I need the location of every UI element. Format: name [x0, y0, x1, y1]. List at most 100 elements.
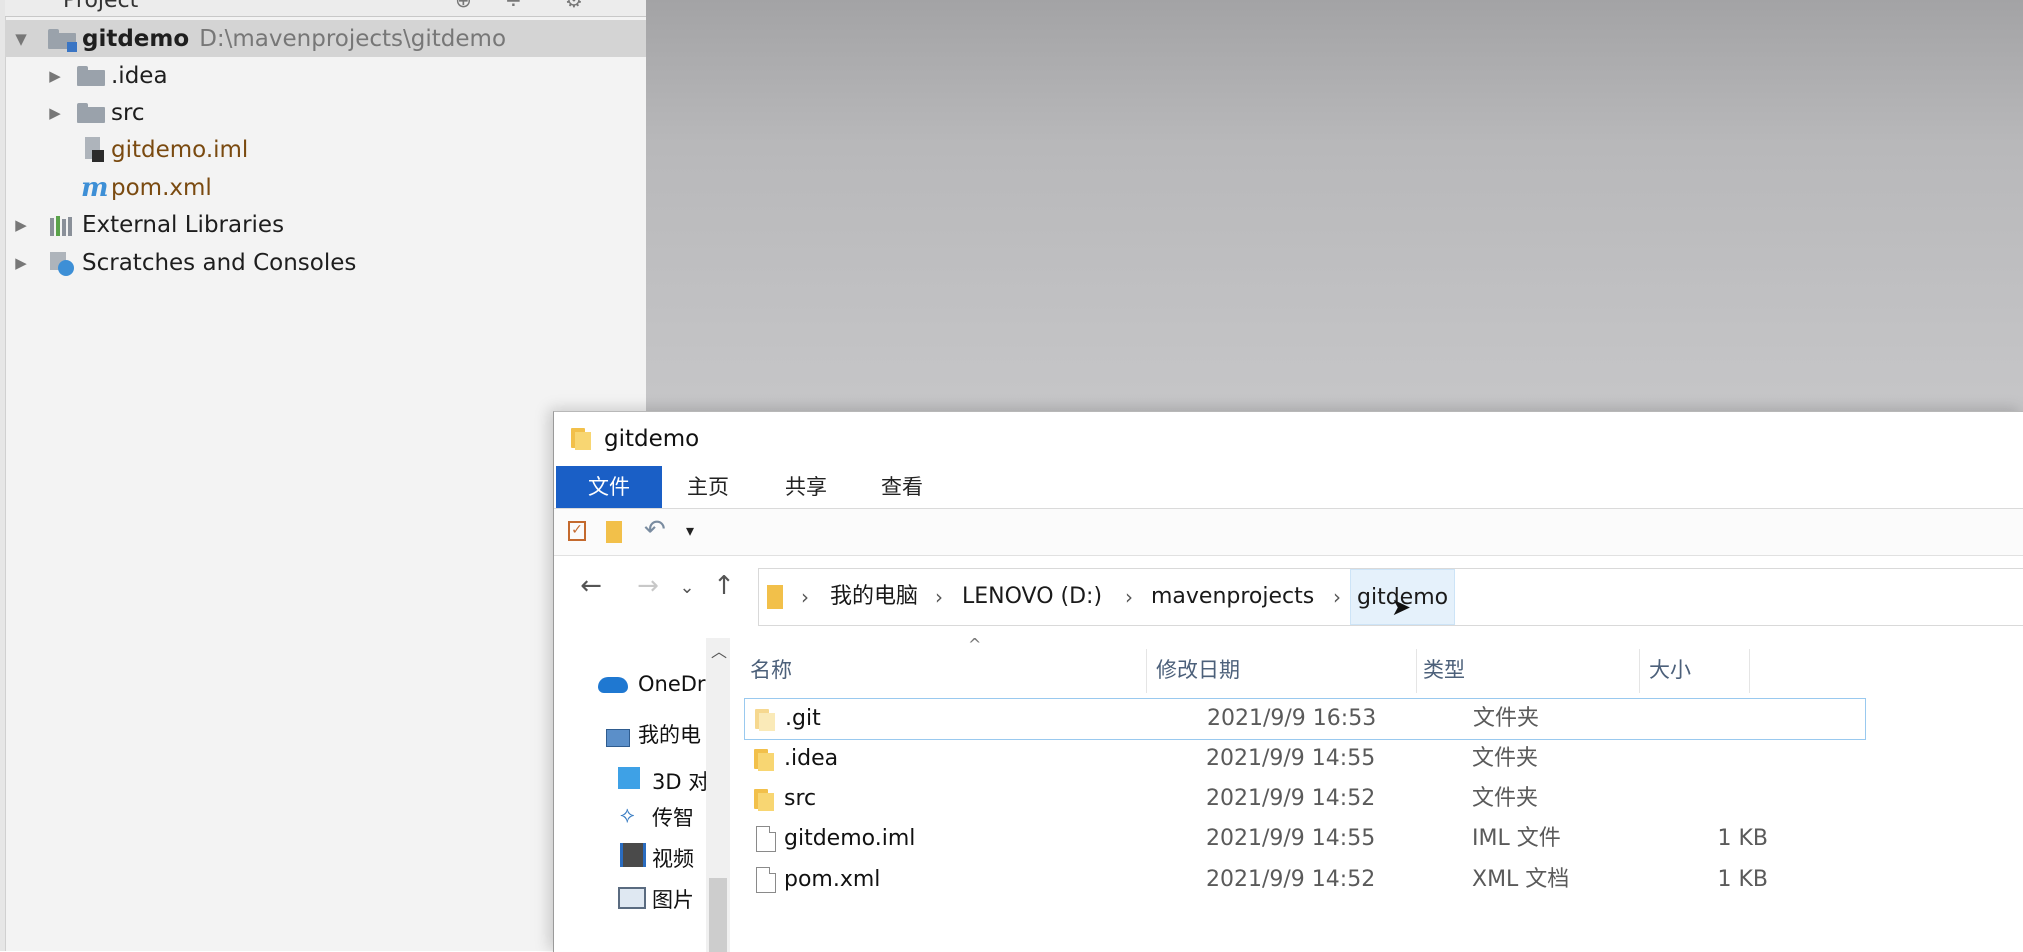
- collapsed-arrow-icon[interactable]: ▶: [48, 105, 62, 120]
- maven-icon: m: [81, 172, 109, 203]
- chevron-right-icon[interactable]: ›: [1125, 569, 1133, 625]
- share-network-icon: ⟡: [620, 803, 635, 828]
- tree-item-label: src: [111, 99, 145, 126]
- panel-title: Project: [63, 0, 139, 13]
- file-name: .git: [785, 706, 821, 731]
- file-row-pom-xml[interactable]: pom.xml 2021/9/9 14:52 XML 文档 1 KB: [744, 860, 1864, 900]
- recent-locations-icon[interactable]: ⌄: [672, 577, 702, 598]
- file-modified: 2021/9/9 14:52: [1206, 867, 1376, 892]
- nav-item-3d-objects[interactable]: 3D 对: [652, 766, 708, 796]
- module-folder-icon: [48, 28, 77, 52]
- tree-item-external-libraries[interactable]: ▶ External Libraries: [5, 206, 646, 243]
- file-type: IML 文件: [1472, 826, 1561, 851]
- undo-icon[interactable]: ↶: [644, 515, 666, 545]
- nav-pane-scrollbar[interactable]: ︿: [706, 638, 730, 952]
- file-list-header: ^ 名称 修改日期 类型 大小: [742, 635, 2023, 697]
- tab-file[interactable]: 文件: [556, 466, 662, 508]
- sort-ascending-icon: ^: [968, 635, 982, 654]
- folder-icon: [755, 709, 777, 731]
- tree-item-gitdemo-iml[interactable]: gitdemo.iml: [5, 131, 646, 168]
- scroll-up-icon[interactable]: ︿: [711, 638, 727, 662]
- properties-icon[interactable]: ✓: [568, 521, 586, 541]
- navigation-pane: OneDr 我的电 3D 对 ⟡ 传智 视频 图片: [554, 625, 708, 952]
- nav-item-chuanzhi[interactable]: 传智: [652, 802, 708, 832]
- tree-item-gitdemo[interactable]: ▼ gitdemo D:\mavenprojects\gitdemo: [5, 20, 646, 57]
- file-row-git[interactable]: .git 2021/9/9 16:53 文件夹: [744, 698, 1866, 740]
- file-row-gitdemo-iml[interactable]: gitdemo.iml 2021/9/9 14:55 IML 文件 1 KB: [744, 819, 1864, 859]
- tab-home[interactable]: 主页: [668, 466, 748, 508]
- ide-panel-header: Project ⊕ ÷ ⚙: [5, 0, 646, 17]
- column-header-name[interactable]: 名称: [750, 643, 792, 697]
- column-header-type[interactable]: 类型: [1423, 643, 1465, 697]
- file-name: .idea: [784, 746, 839, 771]
- nav-item-videos[interactable]: 视频: [652, 843, 708, 873]
- pictures-icon: [618, 887, 646, 909]
- tree-item-label: External Libraries: [82, 211, 285, 238]
- project-path: D:\mavenprojects\gitdemo: [199, 25, 507, 52]
- file-modified: 2021/9/9 14:55: [1206, 746, 1376, 771]
- folder-icon: [767, 585, 783, 609]
- file-name: src: [784, 786, 817, 811]
- back-arrow-icon[interactable]: ←: [576, 571, 606, 601]
- file-type: 文件夹: [1472, 746, 1539, 771]
- tree-item-scratches[interactable]: ▶ Scratches and Consoles: [5, 244, 646, 281]
- collapsed-arrow-icon[interactable]: ▶: [48, 68, 62, 83]
- file-type: 文件夹: [1473, 706, 1540, 731]
- nav-item-pictures[interactable]: 图片: [652, 884, 708, 914]
- breadcrumb-mavenprojects[interactable]: mavenprojects: [1151, 569, 1314, 625]
- tab-share[interactable]: 共享: [766, 466, 846, 508]
- tree-item-label: gitdemo: [82, 25, 190, 52]
- tab-view[interactable]: 查看: [862, 466, 942, 508]
- chevron-right-icon[interactable]: ›: [1333, 569, 1341, 625]
- folder-icon: [754, 749, 776, 771]
- tree-item-src[interactable]: ▶ src: [5, 94, 646, 131]
- ide-project-panel: Project ⊕ ÷ ⚙ ▼ gitdemo D:\mavenprojects…: [0, 0, 647, 951]
- column-header-modified[interactable]: 修改日期: [1156, 643, 1240, 697]
- tree-item-pom-xml[interactable]: m pom.xml: [5, 169, 646, 206]
- file-modified: 2021/9/9 14:52: [1206, 786, 1376, 811]
- file-row-src[interactable]: src 2021/9/9 14:52 文件夹: [744, 779, 1864, 819]
- file-size: 1 KB: [1717, 826, 1768, 851]
- file-icon: [756, 826, 776, 852]
- customize-toolbar-icon[interactable]: ▾: [686, 521, 694, 540]
- computer-icon: [606, 729, 630, 747]
- libraries-icon: [48, 214, 76, 236]
- editor-empty-area: [646, 0, 2023, 411]
- 3d-objects-icon: [618, 767, 640, 789]
- file-size: 1 KB: [1717, 867, 1768, 892]
- file-icon: [756, 867, 776, 893]
- file-modified: 2021/9/9 16:53: [1207, 706, 1377, 731]
- tree-item-label: .idea: [111, 62, 168, 89]
- target-icon[interactable]: ⊕: [455, 0, 475, 10]
- window-title: gitdemo: [604, 426, 700, 452]
- gear-icon[interactable]: ⚙: [565, 0, 585, 10]
- tree-item-idea[interactable]: ▶ .idea: [5, 57, 646, 94]
- expand-arrow-icon[interactable]: ▼: [14, 31, 28, 46]
- onedrive-icon: [598, 677, 628, 693]
- chevron-right-icon[interactable]: ›: [935, 569, 943, 625]
- breadcrumb-my-computer[interactable]: 我的电脑: [830, 569, 918, 625]
- folder-title-icon: [571, 428, 593, 450]
- tree-item-label: Scratches and Consoles: [82, 249, 357, 276]
- folder-icon: [77, 65, 105, 86]
- up-arrow-icon[interactable]: ↑: [709, 571, 739, 601]
- forward-arrow-icon[interactable]: →: [633, 571, 663, 601]
- navigation-bar: ← → ⌄ ↑ › 我的电脑 › LENOVO (D:) › mavenproj…: [554, 555, 2023, 626]
- breadcrumb-drive-d[interactable]: LENOVO (D:): [962, 569, 1102, 625]
- scratches-icon: [48, 250, 76, 276]
- collapsed-arrow-icon[interactable]: ▶: [14, 255, 28, 270]
- file-type: 文件夹: [1472, 786, 1539, 811]
- mouse-cursor-icon: ➤: [1391, 593, 1412, 621]
- chevron-right-icon[interactable]: ›: [801, 569, 809, 625]
- folder-icon: [77, 102, 105, 123]
- file-row-idea[interactable]: .idea 2021/9/9 14:55 文件夹: [744, 739, 1864, 779]
- column-header-size[interactable]: 大小: [1649, 643, 1691, 697]
- address-bar[interactable]: › 我的电脑 › LENOVO (D:) › mavenprojects › g…: [758, 568, 2023, 626]
- scrollbar-thumb[interactable]: [709, 878, 727, 952]
- collapsed-arrow-icon[interactable]: ▶: [14, 217, 28, 232]
- new-folder-icon[interactable]: [606, 521, 622, 543]
- nav-item-onedrive[interactable]: OneDr: [638, 672, 708, 696]
- collapse-icon[interactable]: ÷: [505, 0, 525, 10]
- tree-item-label: gitdemo.iml: [111, 136, 249, 163]
- nav-item-my-computer[interactable]: 我的电: [638, 719, 708, 749]
